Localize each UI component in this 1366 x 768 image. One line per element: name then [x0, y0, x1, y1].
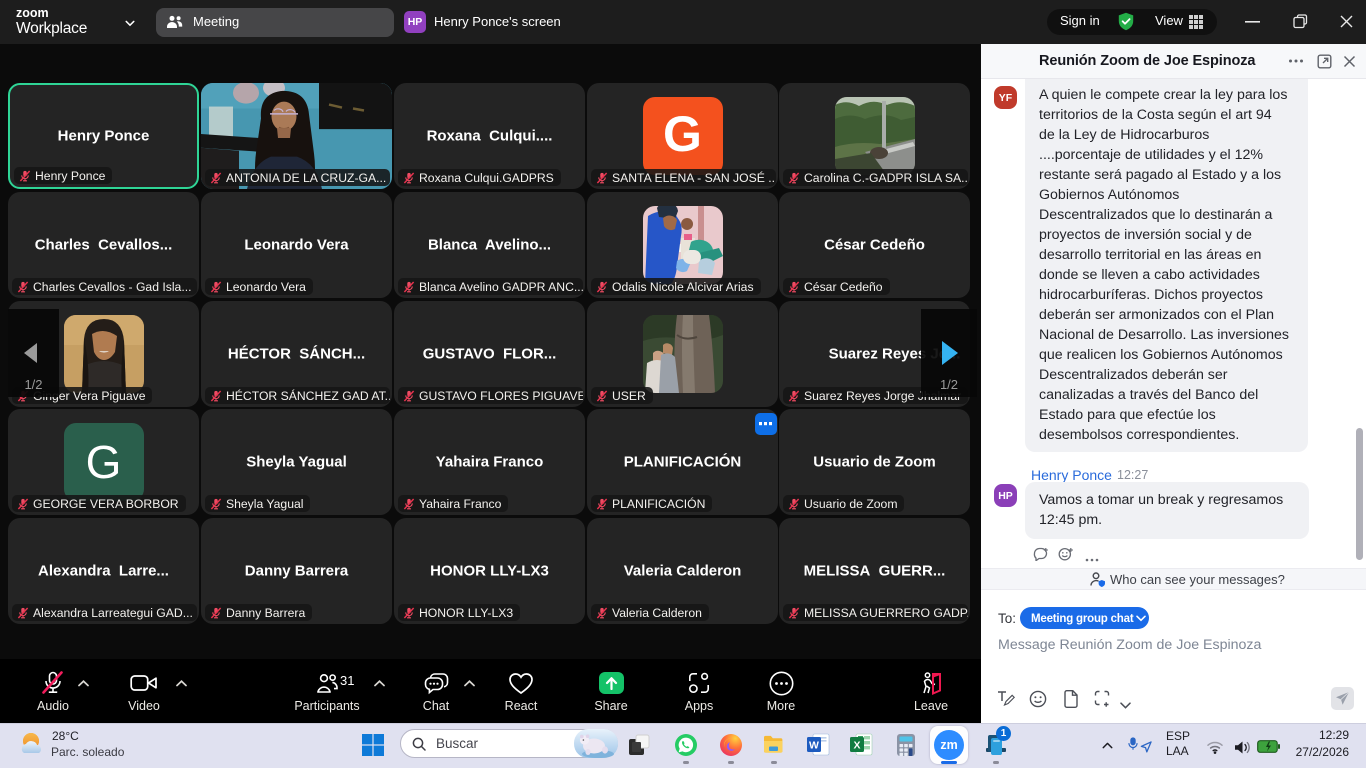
- svg-text:W: W: [809, 740, 819, 752]
- svg-text:X: X: [853, 740, 860, 752]
